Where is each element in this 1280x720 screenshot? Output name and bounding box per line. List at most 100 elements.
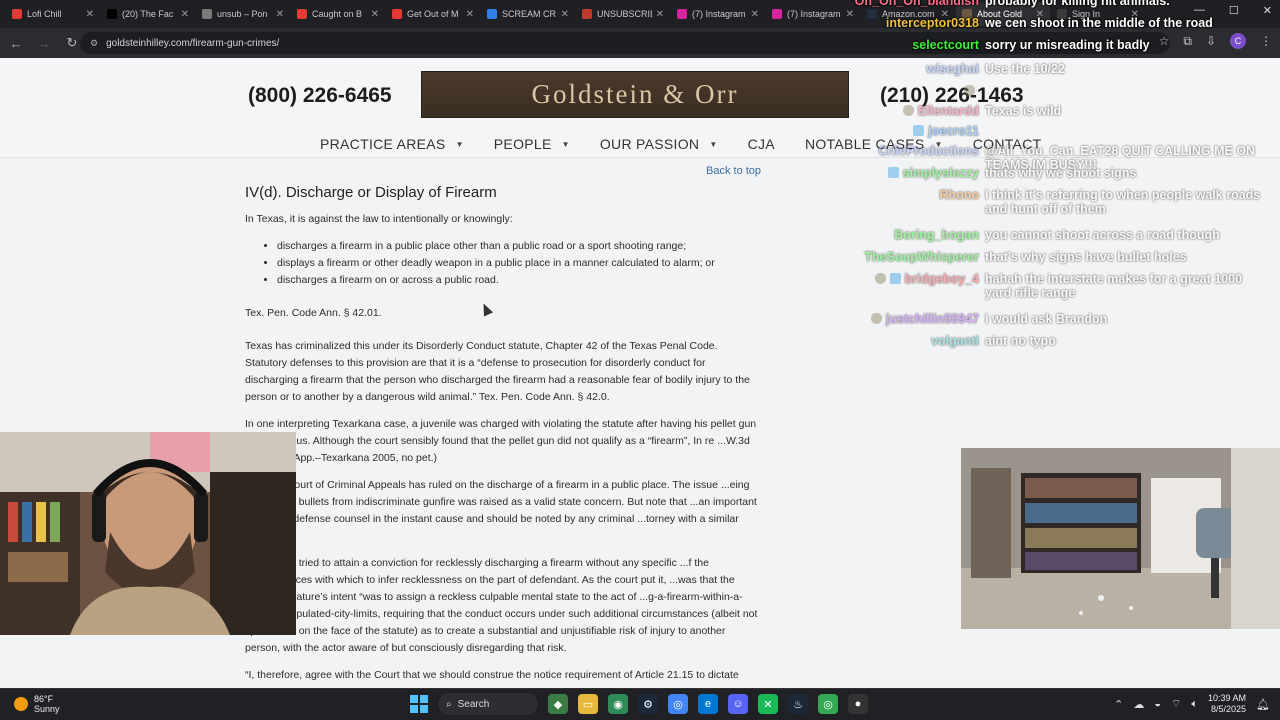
tab-close-icon[interactable]: ✕ — [466, 9, 474, 20]
browser-tab[interactable]: unsub – Pon ✕ — [196, 2, 290, 26]
chat-username: interceptor0318 — [850, 16, 985, 30]
steam-icon[interactable]: ⚙ — [638, 694, 658, 714]
tab-title: (20) The Fac — [122, 9, 174, 19]
chat-username-text: simplyslezzy — [902, 166, 979, 180]
chat-message: justchillin55947 I would ask Brandon — [850, 312, 1270, 326]
paragraph-4: ...the State tried to attain a convictio… — [245, 557, 758, 654]
chat-text — [985, 84, 1265, 98]
chat-text: sorry ur misreading it badly — [985, 38, 1150, 52]
chat-message: Rhono I think it's referring to when peop… — [850, 188, 1270, 216]
browser-tab[interactable]: (20) The Fac ✕ — [101, 2, 195, 26]
volume-icon[interactable]: 🔈︎ — [1191, 698, 1198, 711]
steam-big-icon[interactable]: ♨ — [788, 694, 808, 714]
tab-close-icon[interactable]: ✕ — [751, 9, 759, 20]
back-arrow-icon[interactable]: ← — [4, 36, 28, 51]
chat-username: wiseghai — [850, 62, 985, 76]
chat-message: wiseghai Use the 10/22 — [850, 62, 1270, 76]
chat-username-text: Ellentardd — [917, 104, 979, 118]
tab-close-icon[interactable]: ✕ — [181, 9, 189, 20]
chat-message: joecro11 — [850, 124, 1270, 138]
paragraph-5: “I, therefore, agree with the Court that… — [245, 669, 739, 681]
chat-username-text: interceptor0318 — [885, 16, 979, 30]
tab-close-icon[interactable]: ✕ — [656, 9, 664, 20]
tab-favicon-icon — [582, 9, 592, 19]
browser-tab[interactable]: Caught on B ✕ — [291, 2, 385, 26]
tab-title: unsub – Pon — [217, 9, 268, 19]
forward-arrow-icon[interactable]: → — [32, 36, 56, 51]
browser-tab[interactable]: UNSUBSCRIB ✕ — [576, 2, 670, 26]
nvidia-icon[interactable]: ◉ — [608, 694, 628, 714]
webcam-room — [961, 448, 1280, 629]
wifi-icon[interactable]: ⌔ — [1171, 697, 1181, 711]
chat-message: interceptor0318 we cen shoot in the middl… — [850, 16, 1270, 30]
nav-item[interactable]: OUR PASSION ▼ — [600, 136, 718, 152]
nav-item[interactable]: PRACTICE AREAS ▼ — [320, 136, 464, 152]
onedrive-icon[interactable]: ☁ — [1133, 698, 1144, 711]
browser-tab[interactable]: (7) Instagram ✕ — [766, 2, 860, 26]
nav-item-label: OUR PASSION — [599, 136, 700, 152]
chat-text: Texas is wild — [985, 104, 1062, 118]
chat-username-text: CrlivProductions — [878, 144, 979, 158]
tab-favicon-icon — [772, 9, 782, 19]
chat-username: Boring_bogan — [850, 228, 985, 242]
offense-list-item: displays a firearm or other deadly weapo… — [277, 255, 760, 272]
edge-icon[interactable]: e — [698, 694, 718, 714]
xbox-icon[interactable]: ✕ — [758, 694, 778, 714]
chevron-up-icon[interactable]: ⌃ — [1114, 698, 1123, 711]
subscriber-badge-icon — [889, 273, 901, 284]
tab-close-icon[interactable]: ✕ — [561, 9, 569, 20]
browser-tab[interactable]: Get Out of M ✕ — [386, 2, 480, 26]
clock[interactable]: 10:39 AM 8/5/2025 — [1208, 693, 1246, 715]
site-logo[interactable]: Goldstein & Orr — [421, 71, 849, 118]
weather-widget[interactable]: 86°F Sunny — [14, 694, 60, 714]
widgets-icon[interactable]: ◆ — [548, 694, 568, 714]
phone-number-left[interactable]: (800) 226-6465 — [248, 84, 392, 108]
chevron-down-icon: ▼ — [709, 139, 718, 149]
tab-favicon-icon — [487, 9, 497, 19]
paragraph-2: In one interpreting Texarkana case, a ju… — [245, 418, 757, 464]
obs-icon[interactable]: ● — [848, 694, 868, 714]
chat-text: hahah the interstate makes for a great 1… — [985, 272, 1243, 300]
file-explorer-icon[interactable]: ▭ — [578, 694, 598, 714]
chat-username: bridgeboy_4 — [850, 272, 985, 300]
tab-close-icon[interactable]: ✕ — [86, 9, 94, 20]
moderator-badge-icon — [874, 273, 886, 284]
article-content: IV(d). Discharge or Display of Firearm I… — [245, 184, 760, 688]
chat-message: simplyslezzy thats why we shoot signs — [850, 166, 1270, 180]
browser-tab[interactable]: (7) Instagram ✕ — [671, 2, 765, 26]
chat-username-text: TheSoupWhisperer — [864, 250, 979, 264]
chat-username: TheSoupWhisperer — [850, 250, 985, 264]
tab-title: (7) Instagram — [692, 9, 746, 19]
back-to-top-link[interactable]: Back to top — [706, 165, 761, 177]
browser-tab[interactable]: Lofi Chill ✕ — [6, 2, 100, 26]
chat-username-text: justchillin55947 — [885, 312, 979, 326]
windows-start-icon[interactable] — [410, 695, 428, 713]
chat-text — [985, 124, 1265, 138]
notification-bell-icon[interactable]: 🔔︎ — [1256, 698, 1270, 711]
chat-text: aint no typo — [985, 334, 1056, 348]
sun-icon — [14, 697, 28, 711]
nav-item[interactable]: CJA — [748, 136, 775, 152]
chrome-icon[interactable]: ◎ — [668, 694, 688, 714]
nav-item[interactable]: PEOPLE ▼ — [494, 136, 570, 152]
nav-item-label: CJA — [747, 136, 775, 152]
tab-close-icon[interactable]: ✕ — [276, 9, 284, 20]
discord-icon[interactable]: ☺ — [728, 694, 748, 714]
weather-temp: 86°F — [34, 694, 54, 704]
network-icon[interactable]: ◒ — [1154, 698, 1161, 710]
streamer-camera-image — [0, 432, 296, 635]
taskbar-search[interactable]: ⌕ Search — [438, 693, 538, 715]
chat-username: joecro11 — [850, 124, 985, 138]
intro-text: In Texas, it is against the law to inten… — [245, 213, 513, 225]
section-heading: IV(d). Discharge or Display of Firearm — [245, 184, 497, 201]
browser-icon[interactable]: ◎ — [818, 694, 838, 714]
browser-tab[interactable]: SCREAM CR ✕ — [481, 2, 575, 26]
site-info-icon[interactable]: ⚙ — [90, 38, 98, 49]
chat-message — [850, 84, 1270, 98]
chat-username: Rhono — [850, 188, 985, 216]
chat-message: volganti aint no typo — [850, 334, 1270, 348]
chat-message: selectcourt sorry ur misreading it badly — [850, 38, 1270, 52]
chat-username: justchillin55947 — [850, 312, 985, 326]
tab-close-icon[interactable]: ✕ — [371, 9, 379, 20]
room-camera-image — [961, 448, 1280, 629]
